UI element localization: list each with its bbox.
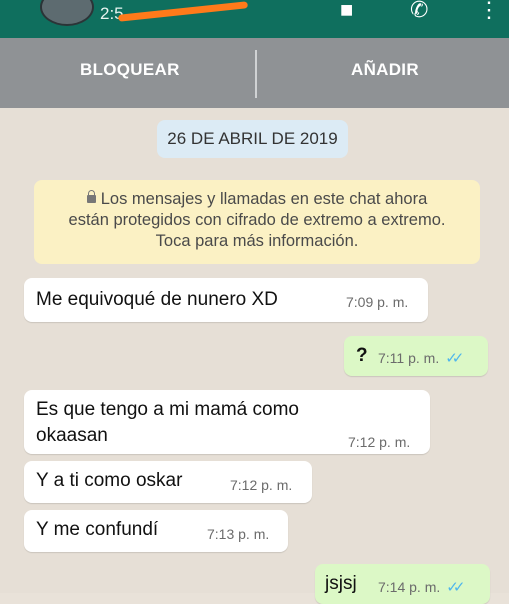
message-time: 7:14 p. m. ✓✓ [378, 579, 465, 596]
message-text: ? [356, 345, 368, 366]
chat-area[interactable]: 26 DE ABRIL DE 2019 Los mensajes y llama… [0, 108, 509, 604]
message-time: 7:09 p. m. [346, 294, 409, 310]
message-time: 7:12 p. m. [230, 477, 293, 493]
read-ticks-icon: ✓✓ [446, 579, 465, 596]
message-time: 7:11 p. m. ✓✓ [378, 350, 464, 367]
message-text: Y a ti como oskar [36, 470, 183, 491]
block-button[interactable]: BLOQUEAR [80, 60, 180, 80]
message-bubble-incoming[interactable]: Y me confundí 7:13 p. m. [24, 510, 288, 552]
message-time: 7:13 p. m. [207, 526, 270, 542]
voice-call-icon[interactable]: ✆ [410, 0, 428, 21]
message-bubble-outgoing[interactable]: jsjsj 7:14 p. m. ✓✓ [315, 564, 490, 604]
action-divider [255, 50, 257, 98]
message-text-line-1: Es que tengo a mi mamá como [36, 399, 299, 420]
read-ticks-icon: ✓✓ [445, 350, 464, 367]
date-separator: 26 DE ABRIL DE 2019 [157, 120, 348, 158]
lock-icon [86, 190, 96, 203]
message-bubble-outgoing[interactable]: ? 7:11 p. m. ✓✓ [344, 336, 488, 376]
message-bubble-incoming[interactable]: Me equivoqué de nunero XD 7:09 p. m. [24, 278, 428, 322]
message-text: Me equivoqué de nunero XD [36, 289, 278, 310]
notice-line-2: están protegidos con cifrado de extremo … [68, 211, 446, 229]
notice-line-1: Los mensajes y llamadas en este chat aho… [100, 190, 428, 208]
message-bubble-incoming[interactable]: Y a ti como oskar 7:12 p. m. [24, 461, 312, 503]
video-call-icon[interactable]: ■ [340, 0, 353, 21]
message-time: 7:12 p. m. [348, 434, 411, 450]
notice-line-3: Toca para más información. [155, 232, 359, 250]
unknown-contact-actionbar: BLOQUEAR AÑADIR [0, 38, 509, 108]
redaction-scribble [117, 1, 249, 22]
message-text-line-2: okaasan [36, 425, 108, 446]
message-text: jsjsj [325, 573, 357, 594]
contact-avatar[interactable] [40, 0, 94, 26]
more-options-icon[interactable]: ⋮ [478, 0, 500, 21]
chat-header: 2:5 ■ ✆ ⋮ [0, 0, 509, 38]
add-contact-button[interactable]: AÑADIR [351, 60, 419, 80]
message-bubble-incoming[interactable]: Es que tengo a mi mamá como okaasan 7:12… [24, 390, 430, 454]
encryption-notice[interactable]: Los mensajes y llamadas en este chat aho… [34, 180, 480, 264]
message-text: Y me confundí [36, 519, 159, 540]
